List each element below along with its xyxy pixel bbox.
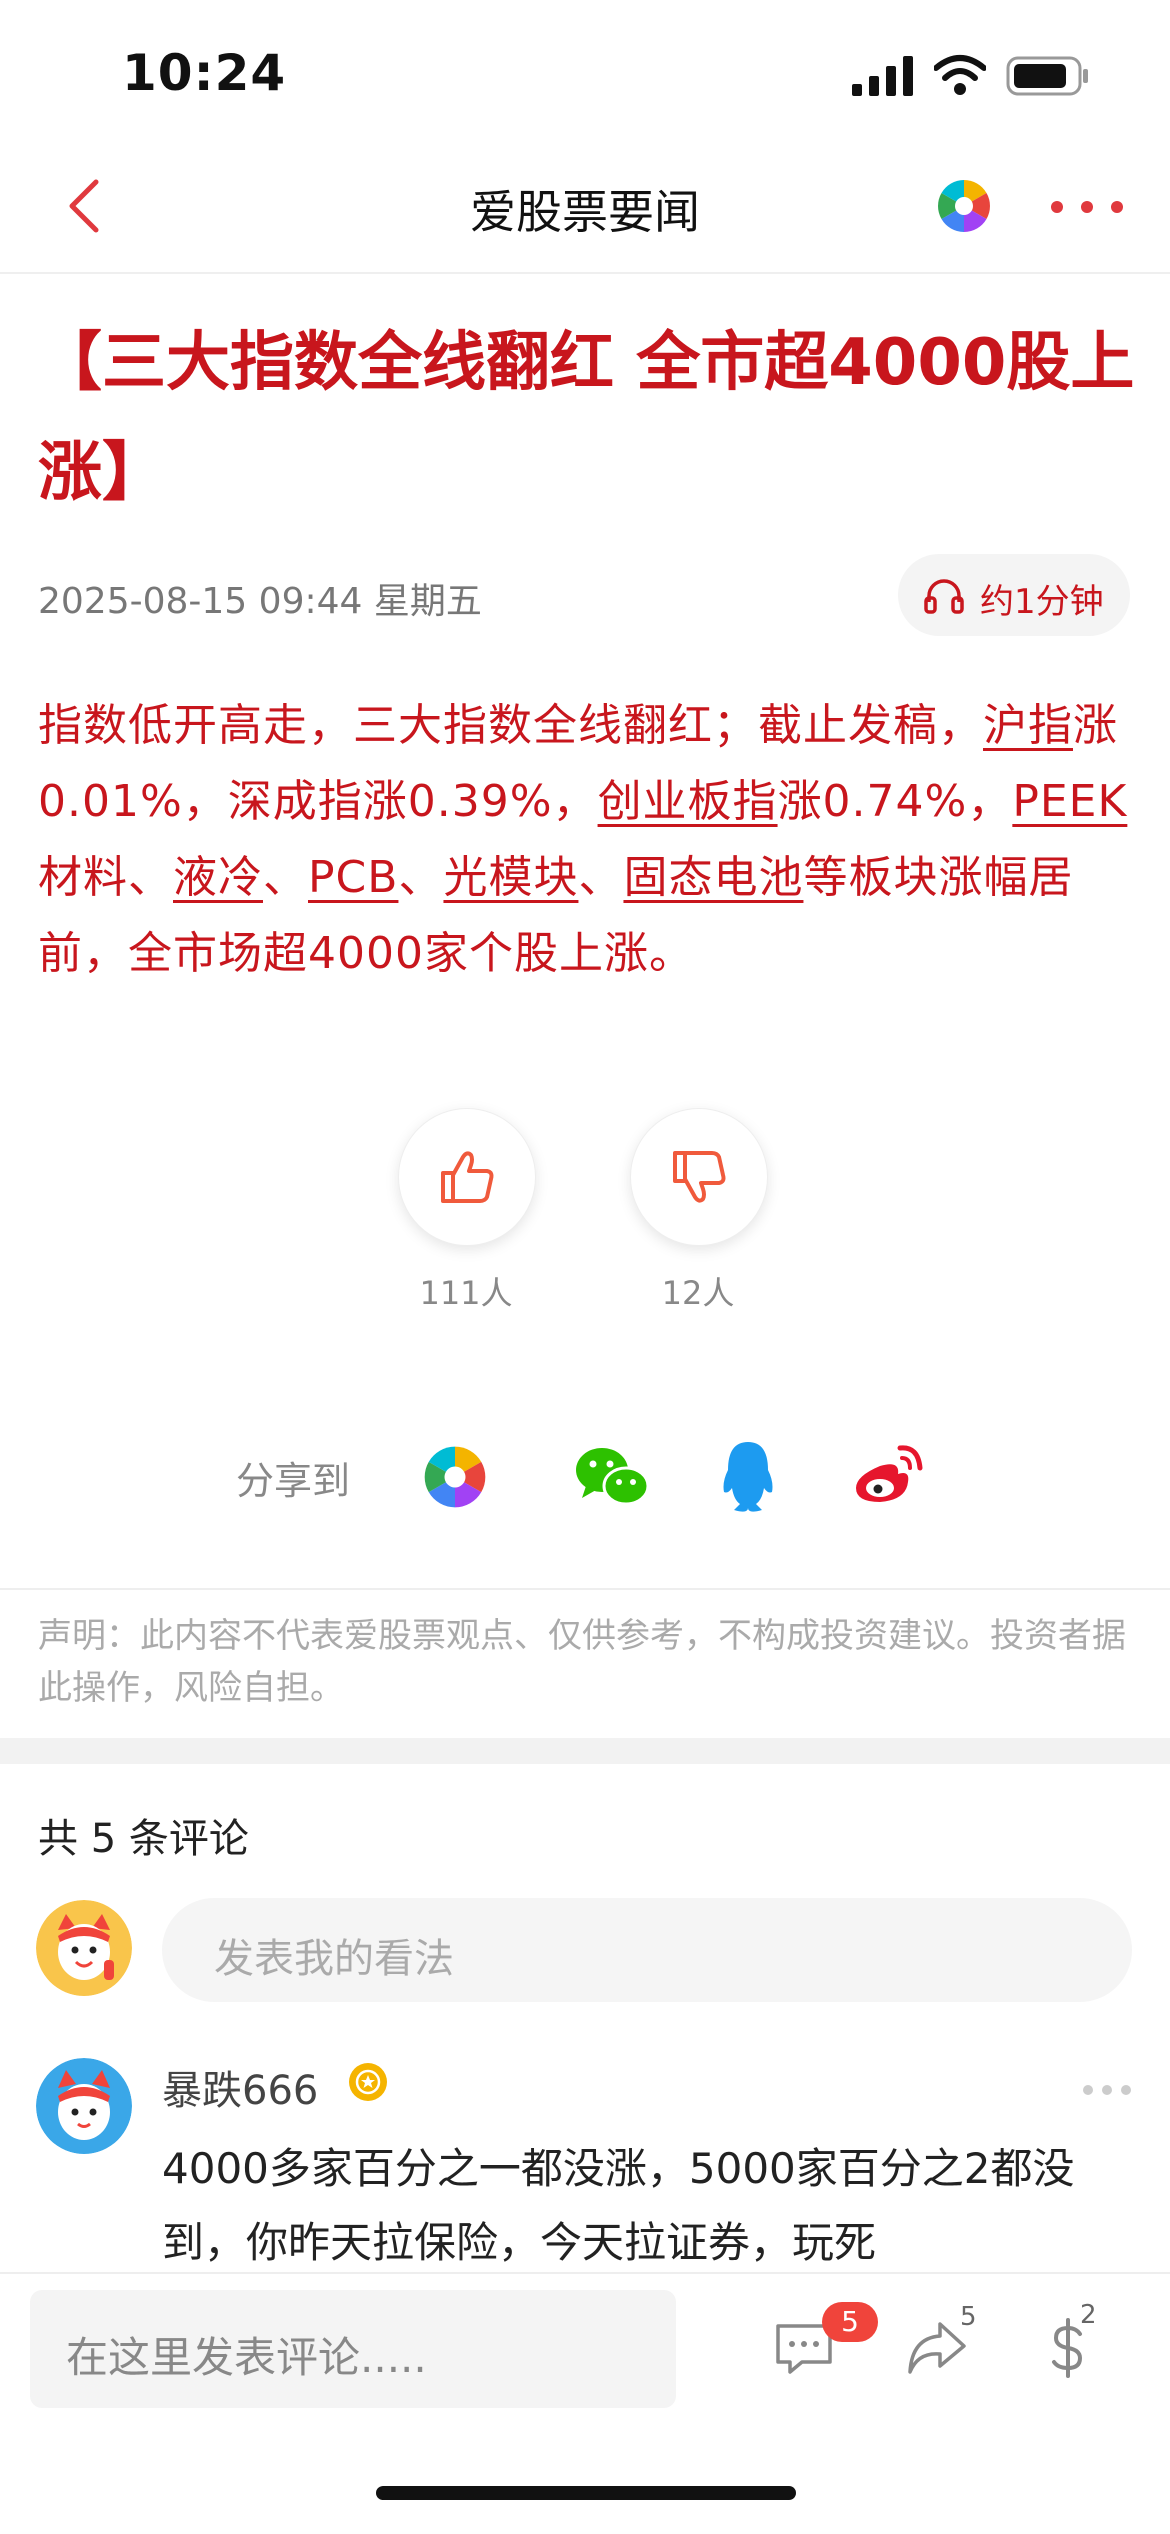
- wechat-icon[interactable]: [572, 1442, 652, 1512]
- keyword-link[interactable]: 光模块: [443, 852, 578, 903]
- page-title: 爱股票要闻: [470, 185, 700, 239]
- like-button[interactable]: [398, 1108, 536, 1246]
- more-icon[interactable]: [1050, 200, 1124, 214]
- comment-count-badge: 5: [822, 2302, 878, 2342]
- article-date: 2025-08-15 09:44 星期五: [38, 581, 482, 622]
- comment-count: 共 5 条评论: [38, 1816, 249, 1862]
- signal-icon: [852, 56, 913, 96]
- disclaimer: 声明：此内容不代表爱股票观点、仅供参考，不构成投资建议。投资者据此操作，风险自担…: [38, 1616, 1126, 1708]
- aigupiao-share-icon[interactable]: [420, 1442, 490, 1512]
- comment-more-icon[interactable]: [1082, 2084, 1132, 2096]
- bottom-input-placeholder: 在这里发表评论.....: [66, 2333, 427, 2382]
- body-text: 、: [578, 852, 624, 903]
- verified-badge-icon: [349, 2063, 387, 2101]
- share-icon[interactable]: [904, 2316, 968, 2380]
- weibo-icon[interactable]: [850, 1438, 926, 1514]
- dislike-button[interactable]: [630, 1108, 768, 1246]
- body-text: 、: [263, 852, 308, 903]
- home-indicator[interactable]: [376, 2486, 796, 2500]
- avatar[interactable]: [36, 2058, 132, 2154]
- listen-button[interactable]: 约1分钟: [898, 554, 1130, 636]
- aigupiao-logo-icon[interactable]: [934, 176, 994, 236]
- comment-input-placeholder: 发表我的看法: [214, 1936, 454, 1982]
- body-text: 涨0.74%，: [777, 776, 1013, 827]
- listen-label: 约1分钟: [980, 582, 1104, 622]
- section-separator: [0, 1738, 1170, 1764]
- keyword-link[interactable]: 创业板指: [598, 776, 778, 827]
- headphones-icon: [924, 579, 964, 614]
- wifi-icon: [934, 55, 986, 95]
- keyword-link[interactable]: 固态电池: [623, 852, 803, 903]
- comment-text: 4000多家百分之一都没涨，5000家百分之2都没到，你昨天拉保险，今天拉证券，…: [162, 2144, 1075, 2267]
- like-count: 111人: [419, 1274, 513, 1312]
- article-body: 指数低开高走，三大指数全线翻红；截止发稿，沪指涨0.01%，深成指涨0.39%，…: [38, 688, 1138, 992]
- divider: [0, 1588, 1170, 1590]
- keyword-link[interactable]: PCB: [308, 852, 398, 903]
- body-text: 、: [398, 852, 444, 903]
- thumbs-up-icon: [441, 1151, 494, 1203]
- qq-icon[interactable]: [716, 1438, 780, 1516]
- comment-username[interactable]: 暴跌666: [162, 2058, 318, 2116]
- keyword-link[interactable]: 沪指: [983, 700, 1073, 751]
- reward-count: 2: [1080, 2300, 1097, 2330]
- thumbs-down-icon: [673, 1151, 726, 1203]
- body-text: 材料、: [38, 852, 173, 903]
- status-time: 10:24: [122, 44, 287, 102]
- nav-divider: [0, 272, 1170, 274]
- share-count: 5: [960, 2302, 977, 2332]
- comment-input[interactable]: 发表我的看法: [162, 1898, 1132, 2002]
- article-headline: 【三大指数全线翻红 全市超4000股上涨】: [38, 326, 1135, 510]
- share-label: 分享到: [236, 1459, 351, 1503]
- bottom-comment-input[interactable]: 在这里发表评论.....: [30, 2290, 676, 2408]
- body-text: 指数低开高走，三大指数全线翻红；截止发稿，: [38, 700, 983, 751]
- dislike-count: 12人: [661, 1274, 735, 1312]
- keyword-link[interactable]: 液冷: [173, 852, 263, 903]
- my-avatar[interactable]: [36, 1900, 132, 1996]
- keyword-link[interactable]: PEEK: [1012, 776, 1127, 827]
- battery-icon: [1006, 56, 1088, 96]
